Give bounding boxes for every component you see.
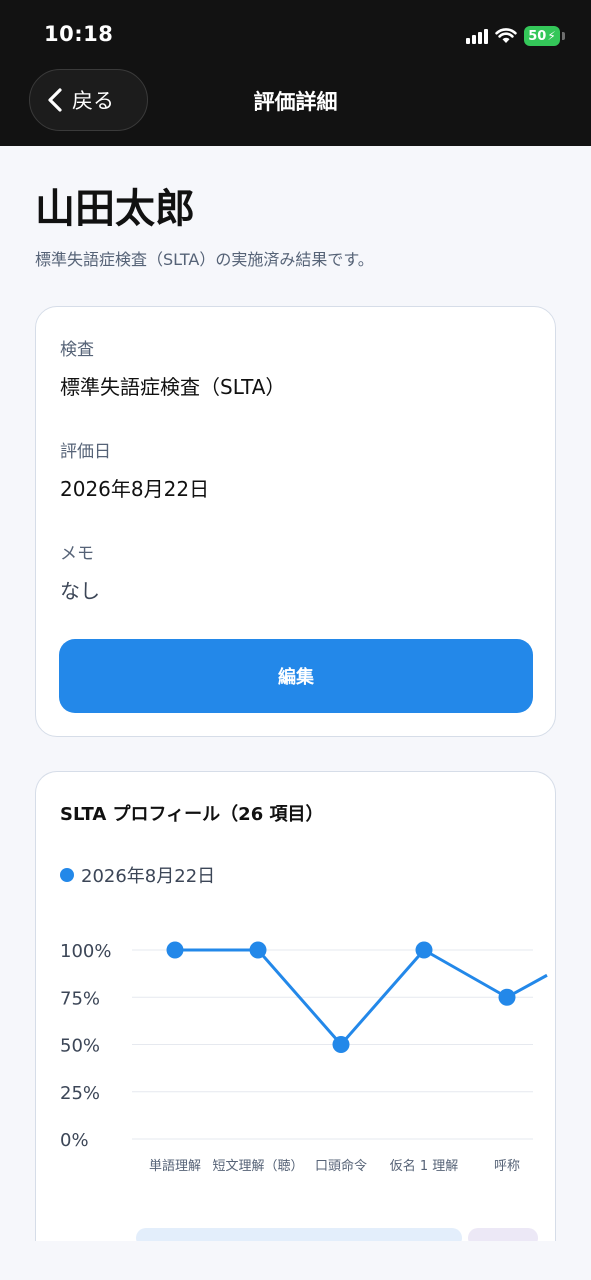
status-time: 10:18 bbox=[44, 22, 114, 46]
date-value: 2026年8月22日 bbox=[60, 477, 210, 501]
x-tick-label: 呼称 bbox=[494, 1159, 520, 1174]
data-point bbox=[249, 941, 267, 959]
scroll-tab-pill[interactable] bbox=[136, 1228, 462, 1241]
x-tick-label: 口頭命令 bbox=[315, 1158, 367, 1174]
battery-level: 50 bbox=[528, 28, 547, 44]
page-title: 評価詳細 bbox=[253, 90, 338, 114]
y-tick-label: 50% bbox=[60, 1036, 100, 1057]
battery-tip bbox=[562, 32, 565, 40]
memo-value: なし bbox=[60, 579, 100, 603]
y-tick-label: 0% bbox=[60, 1130, 89, 1151]
x-tick-label: 単語理解 bbox=[149, 1158, 201, 1174]
data-point bbox=[332, 1036, 350, 1053]
edit-button[interactable]: 編集 bbox=[59, 639, 533, 713]
y-tick-label: 100% bbox=[60, 941, 111, 962]
slta-profile-card: SLTA プロフィール（26 項目） 2026年8月22日 100% 75% 50%… bbox=[35, 771, 556, 1241]
charging-icon: ⚡ bbox=[547, 29, 556, 43]
memo-label: メモ bbox=[60, 544, 94, 564]
slta-line-chart: 100% 75% 50% 25% 0% 単語理解 短文理解（聴） 口頭命令 仮名 1 理解 呼称 bbox=[60, 941, 548, 1174]
x-tick-label: 仮名 1 理解 bbox=[390, 1158, 459, 1174]
signal-icon bbox=[466, 28, 488, 44]
page-subtitle: 標準失語症検査（SLTA）の実施済み結果です。 bbox=[35, 250, 374, 269]
y-tick-label: 25% bbox=[60, 1083, 100, 1104]
data-point bbox=[415, 941, 433, 959]
scroll-tab-pill-2[interactable] bbox=[468, 1228, 538, 1241]
status-icons: 50 ⚡ bbox=[466, 24, 565, 48]
date-label: 評価日 bbox=[60, 442, 111, 462]
data-point bbox=[166, 941, 184, 959]
wifi-icon bbox=[495, 28, 517, 43]
patient-name: 山田太郎 bbox=[35, 186, 195, 232]
battery-icon: 50 ⚡ bbox=[524, 26, 560, 46]
top-bar: 10:18 50 ⚡ 戻る 評価詳細 bbox=[0, 0, 591, 146]
x-tick-label: 短文理解（聴） bbox=[212, 1159, 303, 1174]
data-point bbox=[498, 988, 516, 1006]
y-tick-label: 75% bbox=[60, 988, 100, 1009]
test-label: 検査 bbox=[60, 340, 94, 360]
evaluation-info-card: 検査 標準失語症検査（SLTA） 評価日 2026年8月22日 メモ なし 編集 bbox=[35, 306, 556, 737]
test-value: 標準失語症検査（SLTA） bbox=[60, 375, 286, 399]
